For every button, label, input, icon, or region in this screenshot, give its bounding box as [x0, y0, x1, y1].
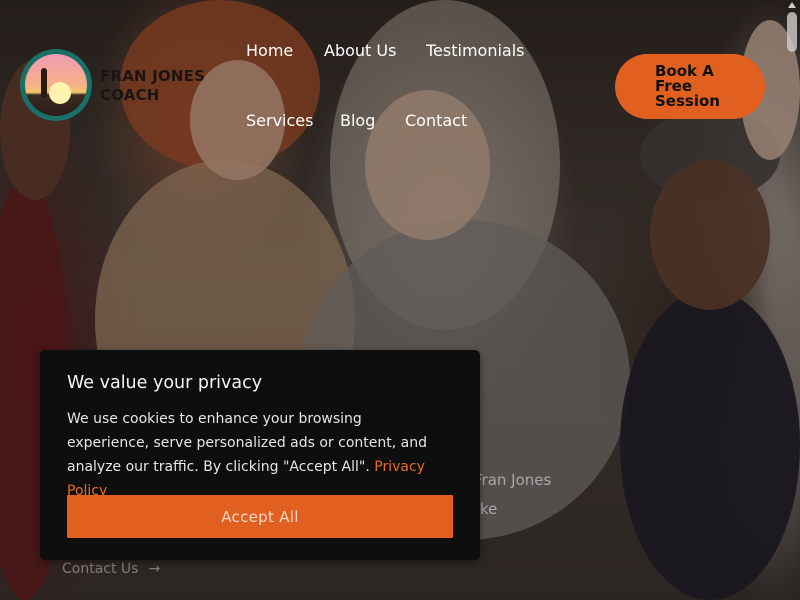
brand-line-1: FRAN JONES — [100, 67, 206, 85]
cookie-body-text: We use cookies to enhance your browsing … — [67, 411, 427, 475]
nav-home[interactable]: Home — [246, 41, 293, 61]
cta-line-3: Session — [655, 92, 720, 110]
cookie-body: We use cookies to enhance your browsing … — [67, 407, 447, 503]
nav-blog[interactable]: Blog — [340, 111, 375, 131]
contact-us-link[interactable]: Contact Us → — [62, 561, 160, 577]
arrow-right-icon: → — [148, 561, 161, 577]
nav-about-us[interactable]: About Us — [324, 41, 396, 61]
book-free-session-button[interactable]: Book A Free Session — [615, 54, 765, 119]
page-scrollbar[interactable] — [784, 0, 800, 600]
contact-us-label: Contact Us — [62, 561, 139, 577]
scroll-up-arrow-icon[interactable] — [788, 2, 796, 8]
hero-partial-text: ke — [480, 500, 498, 518]
nav-services[interactable]: Services — [246, 111, 313, 131]
nav-contact[interactable]: Contact — [405, 111, 467, 131]
brand-name[interactable]: FRAN JONES COACH — [100, 67, 205, 105]
accept-all-button[interactable]: Accept All — [67, 495, 453, 538]
scroll-thumb[interactable] — [787, 12, 797, 52]
hero-partial-text: Fran Jones — [474, 471, 552, 489]
cookie-title: We value your privacy — [67, 373, 263, 393]
cookie-consent-dialog: We value your privacy We use cookies to … — [40, 350, 480, 560]
nav-testimonials[interactable]: Testimonials — [426, 41, 525, 61]
logo-icon[interactable] — [20, 49, 92, 121]
brand-line-2: COACH — [100, 86, 160, 104]
